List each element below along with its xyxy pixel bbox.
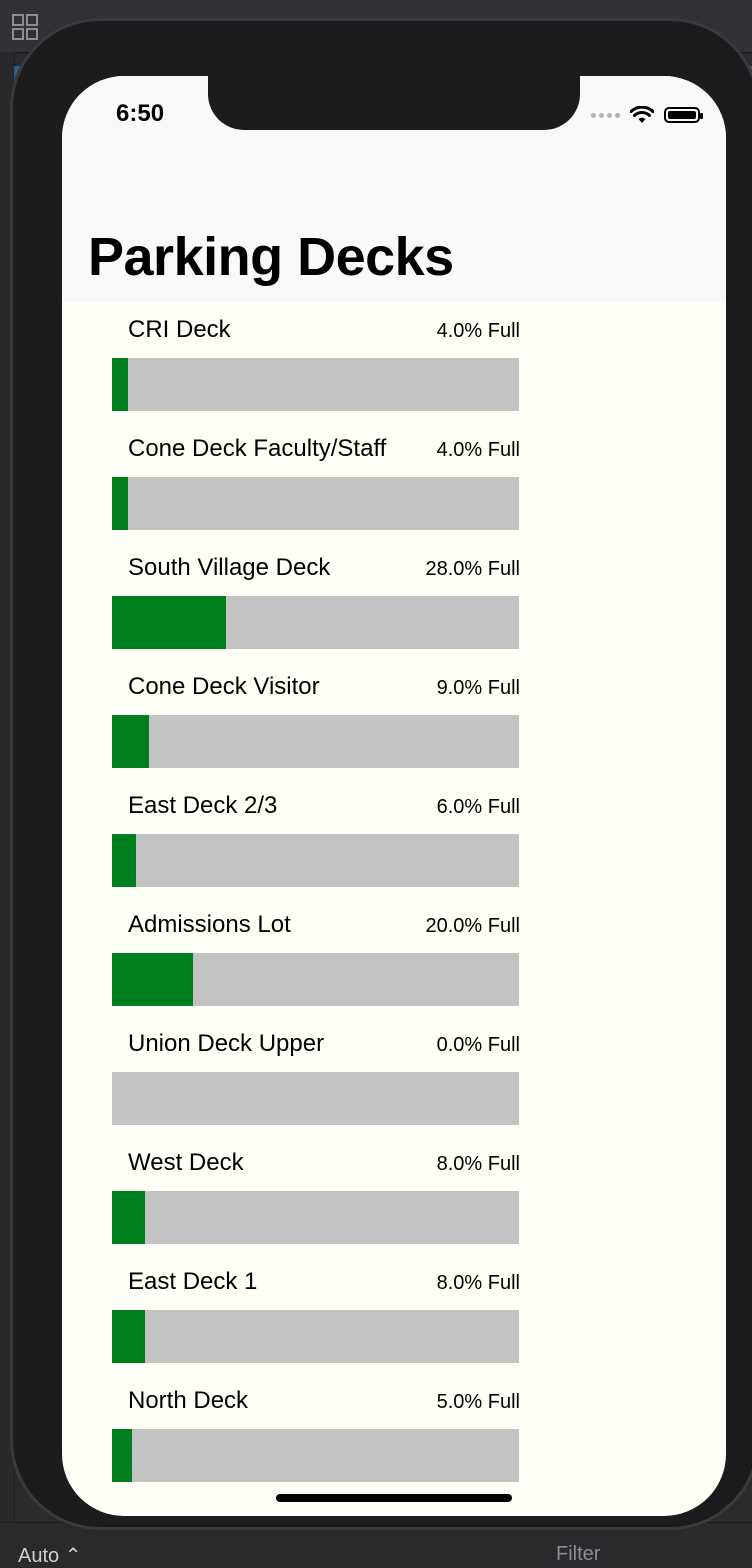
occupancy-bar-fill (112, 715, 149, 768)
deck-percent-label: 5.0% Full (436, 1391, 520, 1413)
deck-percent-label: 4.0% Full (436, 439, 520, 461)
deck-row[interactable]: East Deck 1 8.0% Full (112, 1254, 520, 1373)
cellular-signal-icon (591, 112, 620, 118)
grid-icon[interactable] (12, 14, 38, 40)
deck-percent-label: 8.0% Full (436, 1153, 520, 1175)
occupancy-bar (112, 953, 519, 1006)
deck-row[interactable]: CRI Deck 4.0% Full (112, 302, 520, 421)
occupancy-bar-fill (112, 358, 129, 411)
deck-row[interactable]: Cone Deck Faculty/Staff 4.0% Full (112, 421, 520, 540)
deck-row[interactable]: East Deck 2/3 6.0% Full (112, 778, 520, 897)
deck-percent-label: 20.0% Full (425, 915, 521, 937)
deck-name: East Deck 2/3 (128, 792, 278, 819)
wifi-icon (630, 106, 654, 123)
deck-row[interactable]: Union Deck Upper 0.0% Full (112, 1016, 520, 1135)
deck-row[interactable]: West Deck 8.0% Full (112, 1135, 520, 1254)
battery-icon (664, 107, 703, 123)
occupancy-bar (112, 1072, 519, 1125)
occupancy-bar-fill (112, 1191, 145, 1244)
deck-percent-label: 28.0% Full (425, 558, 521, 580)
deck-name: East Deck 1 (128, 1268, 258, 1295)
occupancy-bar (112, 477, 519, 530)
deck-percent-label: 6.0% Full (436, 796, 520, 818)
deck-row[interactable]: South Village Deck 28.0% Full (112, 540, 520, 659)
status-indicators (591, 106, 703, 124)
occupancy-bar-fill (112, 1429, 133, 1482)
occupancy-bar (112, 1310, 519, 1363)
deck-percent-label: 9.0% Full (436, 677, 520, 699)
home-indicator[interactable] (276, 1494, 512, 1502)
occupancy-bar (112, 834, 519, 887)
status-time: 6:50 (116, 100, 165, 127)
deck-name: CRI Deck (128, 316, 231, 343)
occupancy-bar-fill (112, 834, 137, 887)
deck-row[interactable]: Admissions Lot 20.0% Full (112, 897, 520, 1016)
deck-percent-label: 0.0% Full (436, 1034, 520, 1056)
occupancy-bar-fill (112, 477, 129, 530)
auto-selector[interactable]: Auto ⌃ (18, 1543, 81, 1568)
deck-percent-label: 4.0% Full (436, 320, 520, 342)
occupancy-bar (112, 715, 519, 768)
occupancy-bar-fill (112, 953, 194, 1006)
occupancy-bar (112, 596, 519, 649)
page-title: Parking Decks (88, 227, 454, 287)
occupancy-bar (112, 1429, 519, 1482)
occupancy-bar-fill (112, 1310, 145, 1363)
deck-name: Admissions Lot (128, 911, 291, 938)
deck-row[interactable]: North Deck 5.0% Full (112, 1373, 520, 1492)
deck-name: Cone Deck Visitor (128, 673, 320, 700)
deck-name: Cone Deck Faculty/Staff (128, 435, 387, 462)
deck-name: North Deck (128, 1387, 249, 1414)
app-screen: 6:50 Parking Decks CRI Deck 4.0% Full Cone… (62, 76, 726, 1516)
device-notch (208, 76, 580, 130)
deck-name: West Deck (128, 1149, 244, 1176)
simulator-device: 6:50 Parking Decks CRI Deck 4.0% Full Cone… (10, 18, 752, 1530)
deck-list: CRI Deck 4.0% Full Cone Deck Faculty/Staff… (112, 302, 520, 1492)
occupancy-bar-fill (112, 596, 226, 649)
deck-row[interactable]: Cone Deck Visitor 9.0% Full (112, 659, 520, 778)
occupancy-bar (112, 358, 519, 411)
filter-field[interactable]: Filter (556, 1543, 600, 1566)
occupancy-bar (112, 1191, 519, 1244)
deck-name: South Village Deck (128, 554, 331, 581)
deck-name: Union Deck Upper (128, 1030, 325, 1057)
deck-percent-label: 8.0% Full (436, 1272, 520, 1294)
